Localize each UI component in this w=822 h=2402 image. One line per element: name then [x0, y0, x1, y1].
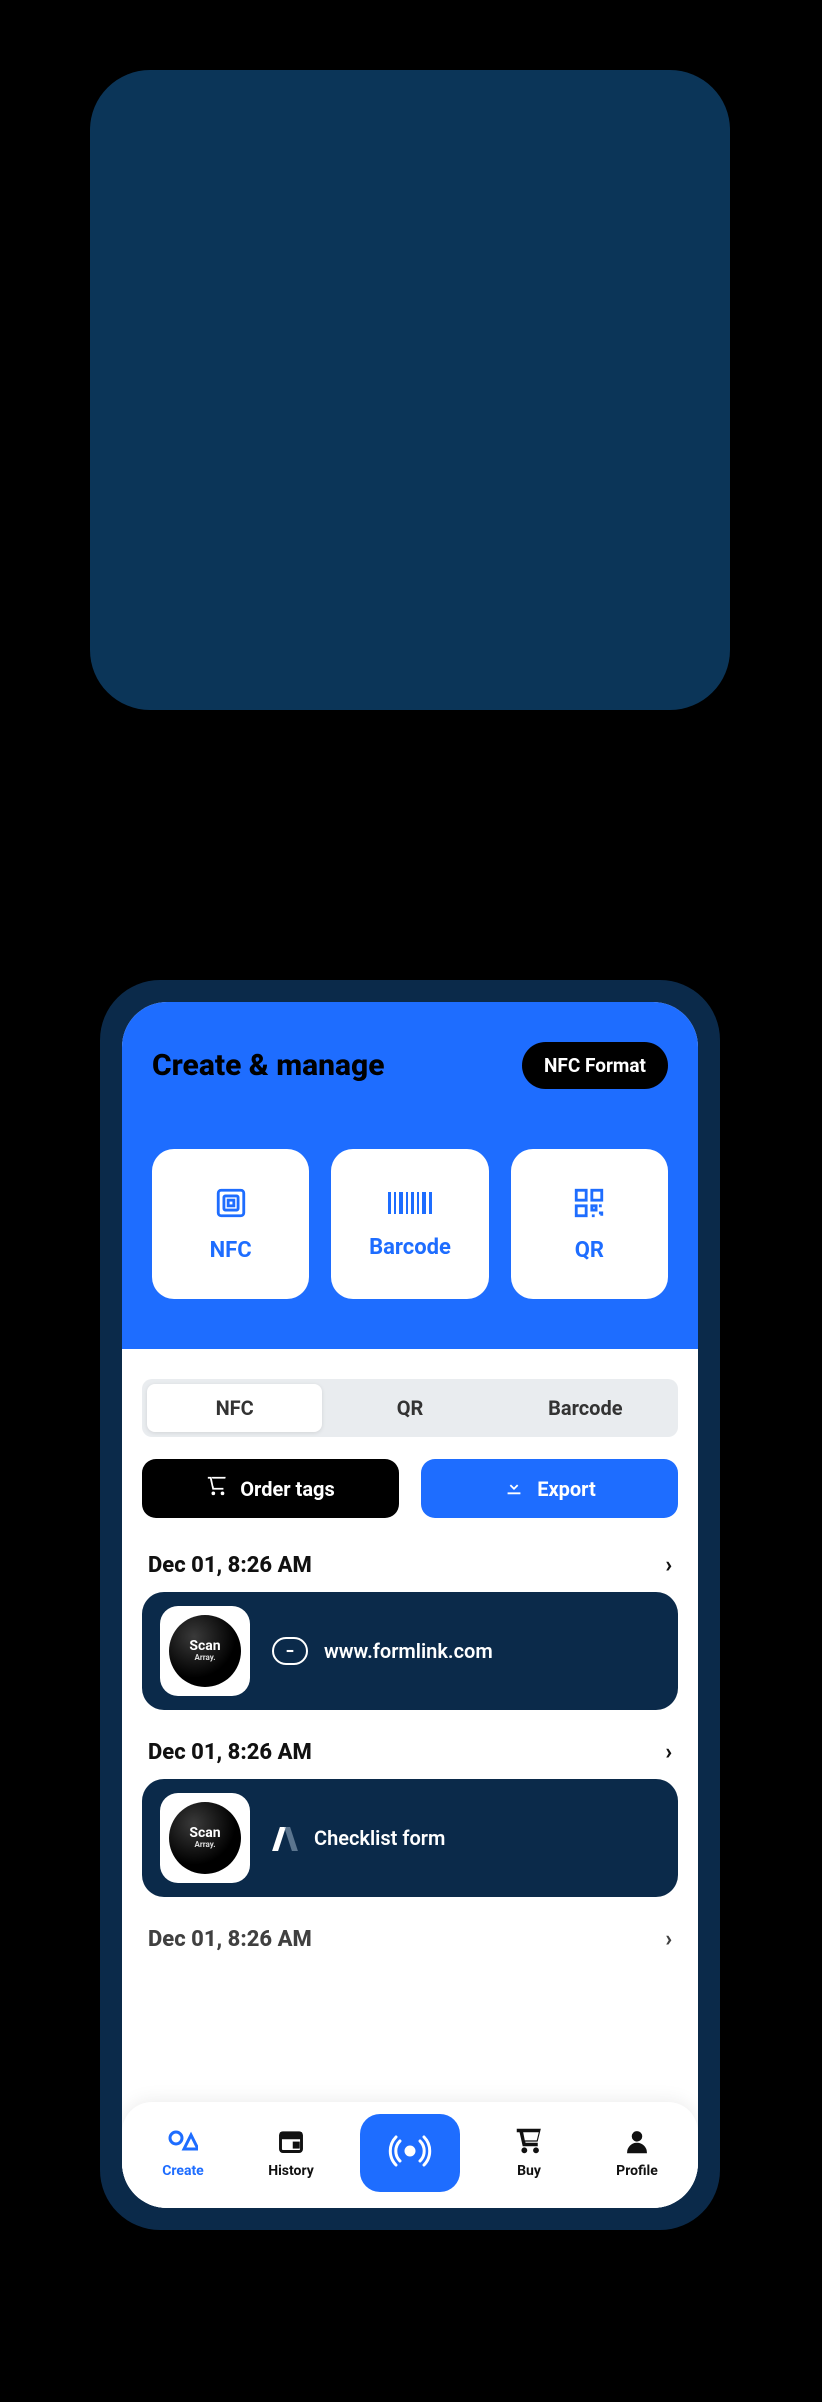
person-icon — [623, 2127, 651, 2159]
card-text: Checklist form — [314, 1826, 445, 1850]
phone-screen: Create & manage NFC Format NFC B — [122, 1002, 698, 2208]
create-tiles: NFC Barcode QR — [152, 1149, 668, 1299]
bottom-nav: Create History Buy — [122, 2102, 698, 2208]
header-row: Create & manage NFC Format — [152, 1042, 668, 1089]
order-tags-button[interactable]: Order tags — [142, 1459, 399, 1518]
nav-label: Profile — [616, 2163, 658, 2179]
list-card-link[interactable]: Scan Array. www.formlink.com — [142, 1592, 678, 1710]
nav-label: Create — [162, 2163, 204, 2179]
chevron-right-icon: › — [665, 1553, 672, 1578]
top-placeholder-card — [90, 70, 730, 710]
chevron-right-icon: › — [665, 1927, 672, 1952]
list-date: Dec 01, 8:26 AM — [148, 1740, 312, 1765]
page-title: Create & manage — [152, 1048, 385, 1083]
header-area: Create & manage NFC Format NFC B — [122, 1002, 698, 1349]
nfc-chip-icon — [214, 1186, 248, 1224]
nav-label: History — [268, 2163, 314, 2179]
broadcast-icon — [388, 2129, 432, 2177]
shapes-icon — [168, 2127, 198, 2159]
filter-tabs: NFC QR Barcode — [142, 1379, 678, 1437]
tile-label: QR — [575, 1238, 604, 1263]
badge-box: Scan Array. — [160, 1606, 250, 1696]
badge-box: Scan Array. — [160, 1793, 250, 1883]
list-date-row[interactable]: Dec 01, 8:26 AM › — [142, 1927, 678, 1952]
phone-frame: Create & manage NFC Format NFC B — [100, 980, 720, 2230]
scan-badge-icon: Scan Array. — [169, 1615, 241, 1687]
nav-create[interactable]: Create — [144, 2127, 222, 2179]
nav-profile[interactable]: Profile — [598, 2127, 676, 2179]
form-logo-icon — [272, 1825, 298, 1851]
tab-qr[interactable]: QR — [322, 1384, 497, 1432]
nav-history[interactable]: History — [252, 2127, 330, 2179]
tile-qr[interactable]: QR — [511, 1149, 668, 1299]
card-content: www.formlink.com — [272, 1637, 493, 1665]
list-date-row[interactable]: Dec 01, 8:26 AM › — [142, 1553, 678, 1578]
nav-label: Buy — [517, 2163, 541, 2179]
tile-nfc[interactable]: NFC — [152, 1149, 309, 1299]
download-icon — [503, 1475, 525, 1502]
export-label: Export — [537, 1477, 596, 1501]
list-date: Dec 01, 8:26 AM — [148, 1553, 312, 1578]
link-icon — [272, 1637, 308, 1665]
calendar-icon — [277, 2127, 305, 2159]
card-text: www.formlink.com — [324, 1639, 493, 1663]
export-button[interactable]: Export — [421, 1459, 678, 1518]
chevron-right-icon: › — [665, 1740, 672, 1765]
barcode-icon — [386, 1189, 434, 1221]
list-card-form[interactable]: Scan Array. Checklist form — [142, 1779, 678, 1897]
list-date: Dec 01, 8:26 AM — [148, 1927, 312, 1952]
body-area: NFC QR Barcode Order tags Export — [122, 1349, 698, 2208]
scan-badge-icon: Scan Array. — [169, 1802, 241, 1874]
order-tags-label: Order tags — [240, 1477, 334, 1501]
card-content: Checklist form — [272, 1825, 445, 1851]
nfc-format-button[interactable]: NFC Format — [522, 1042, 668, 1089]
action-row: Order tags Export — [142, 1459, 678, 1518]
qr-icon — [572, 1186, 606, 1224]
tile-label: NFC — [210, 1238, 252, 1263]
tile-barcode[interactable]: Barcode — [331, 1149, 488, 1299]
list-date-row[interactable]: Dec 01, 8:26 AM › — [142, 1740, 678, 1765]
cart-icon — [515, 2127, 543, 2159]
scan-fab[interactable] — [360, 2114, 460, 2192]
cart-icon — [206, 1475, 228, 1502]
tab-barcode[interactable]: Barcode — [498, 1384, 673, 1432]
nav-buy[interactable]: Buy — [490, 2127, 568, 2179]
tile-label: Barcode — [369, 1235, 451, 1260]
tab-nfc[interactable]: NFC — [147, 1384, 322, 1432]
